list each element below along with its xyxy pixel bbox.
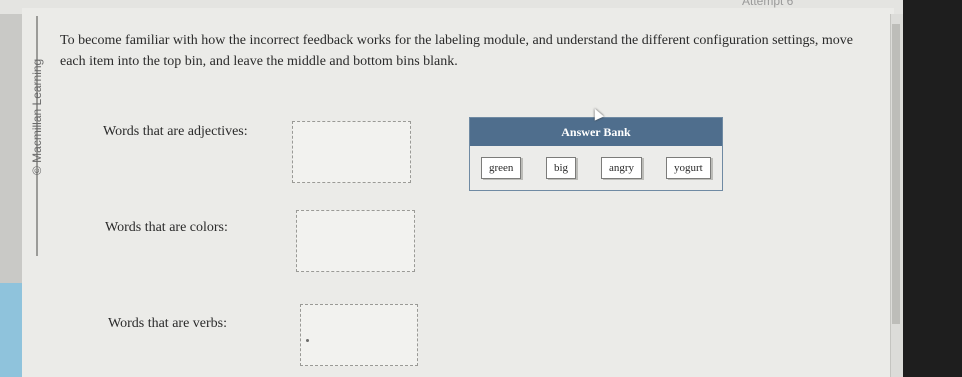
- answer-bank: Answer Bank green big angry yogurt: [469, 117, 723, 191]
- chip-green[interactable]: green: [481, 157, 522, 179]
- scrollbar-thumb[interactable]: [892, 24, 900, 324]
- bin-label-adjectives: Words that are adjectives:: [103, 124, 248, 139]
- copyright-text: © Macmillan Learning: [30, 58, 44, 175]
- left-blue-panel: [0, 283, 22, 377]
- dot-mark: [306, 339, 309, 342]
- screen-bezel: [903, 0, 962, 377]
- bin-label-colors: Words that are colors:: [105, 220, 228, 235]
- instructions-text: To become familiar with how the incorrec…: [60, 33, 854, 69]
- attempt-label: Attempt 6: [742, 0, 794, 8]
- answer-bank-title: Answer Bank: [470, 118, 722, 146]
- bin-verbs[interactable]: [300, 304, 418, 366]
- chip-big[interactable]: big: [546, 157, 577, 179]
- chip-angry[interactable]: angry: [601, 157, 643, 179]
- bin-adjectives[interactable]: [292, 121, 411, 183]
- chip-yogurt[interactable]: yogurt: [666, 157, 711, 179]
- bin-colors[interactable]: [296, 210, 415, 272]
- bin-label-verbs: Words that are verbs:: [108, 316, 227, 331]
